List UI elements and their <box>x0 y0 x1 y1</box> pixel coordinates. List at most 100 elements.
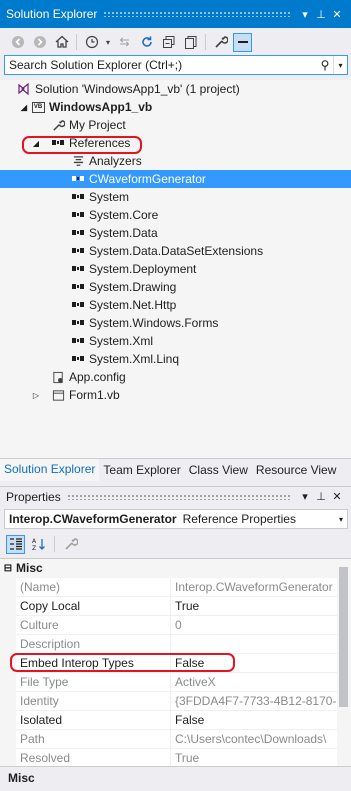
tree-node-reference[interactable]: System.Drawing <box>0 278 351 296</box>
property-row[interactable]: Identity {3FDDA4F7-7733-4B12-8170-7 <box>0 692 337 711</box>
property-value[interactable]: True <box>171 597 337 616</box>
references-highlight-annotation <box>22 136 142 154</box>
pending-changes-filter-button[interactable] <box>82 33 101 52</box>
titlebar-grip[interactable] <box>103 11 291 17</box>
tab-solution-explorer[interactable]: Solution Explorer <box>0 458 100 481</box>
reference-label: System.Deployment <box>89 262 197 276</box>
form1-label: Form1.vb <box>69 388 120 402</box>
back-icon <box>11 36 24 48</box>
collapsed-arrow-icon[interactable]: ▷ <box>30 391 42 400</box>
reference-icon <box>70 261 86 277</box>
object-type: Reference Properties <box>182 512 296 526</box>
object-name: Interop.CWaveformGenerator <box>9 512 177 526</box>
expanded-arrow-icon[interactable]: ◢ <box>18 103 30 112</box>
sync-active-document-button[interactable]: ⇆ <box>115 33 134 52</box>
show-all-files-icon <box>184 36 196 49</box>
property-value: {3FDDA4F7-7733-4B12-8170-7 <box>171 692 337 711</box>
search-icon[interactable]: ⚲ <box>317 58 333 72</box>
chevron-down-icon[interactable]: ▾ <box>335 515 347 524</box>
property-name: Culture <box>16 616 171 635</box>
window-position-dropdown-icon[interactable]: ▾ <box>297 8 313 21</box>
property-name: File Type <box>16 673 171 692</box>
property-row[interactable]: Description <box>0 635 337 654</box>
tree-node-solution[interactable]: Solution 'WindowsApp1_vb' (1 project) <box>0 80 351 98</box>
home-button[interactable] <box>52 33 71 52</box>
form-icon <box>50 387 66 403</box>
tree-node-reference[interactable]: System.Windows.Forms <box>0 314 351 332</box>
pin-icon[interactable]: ⊥ <box>313 8 329 21</box>
property-value <box>171 635 337 654</box>
com-reference-icon <box>70 171 86 187</box>
object-selector[interactable]: Interop.CWaveformGenerator Reference Pro… <box>4 509 348 529</box>
property-name: Copy Local <box>16 597 171 616</box>
property-row[interactable]: Copy Local True <box>0 597 337 616</box>
close-icon[interactable]: ✕ <box>329 8 345 21</box>
property-row[interactable]: Culture 0 <box>0 616 337 635</box>
vertical-scrollbar[interactable] <box>339 567 348 707</box>
properties-button[interactable] <box>211 33 230 52</box>
forward-button[interactable] <box>30 33 49 52</box>
property-name: Identity <box>16 692 171 711</box>
tree-node-reference[interactable]: CWaveformGenerator <box>0 170 351 188</box>
show-all-files-button[interactable] <box>181 33 200 52</box>
property-row[interactable]: File Type ActiveX <box>0 673 337 692</box>
pin-icon[interactable]: ⊥ <box>313 490 329 503</box>
tree-node-reference[interactable]: System.Data <box>0 224 351 242</box>
category-misc[interactable]: ⊟ Misc <box>0 559 351 577</box>
tree-node-reference[interactable]: System.Xml <box>0 332 351 350</box>
property-value: C:\Users\contec\Downloads\ <box>171 730 337 749</box>
tab-team-explorer[interactable]: Team Explorer <box>99 459 184 481</box>
alphabetical-button[interactable]: AZ <box>29 535 48 554</box>
window-position-dropdown-icon[interactable]: ▾ <box>297 490 313 503</box>
tab-class-view[interactable]: Class View <box>185 459 252 481</box>
close-icon[interactable]: ✕ <box>329 490 345 503</box>
property-value[interactable]: False <box>171 711 337 730</box>
back-button[interactable] <box>8 33 27 52</box>
search-input[interactable] <box>5 58 317 72</box>
search-options-dropdown-icon[interactable]: ▾ <box>333 56 347 74</box>
categorized-button[interactable] <box>6 534 25 554</box>
collapse-icon[interactable]: ⊟ <box>0 563 16 574</box>
preview-selected-items-button[interactable] <box>233 32 252 52</box>
description-pane: Misc <box>0 766 351 791</box>
property-row[interactable]: Path C:\Users\contec\Downloads\ <box>0 730 337 749</box>
toolbar-separator <box>54 536 55 552</box>
collapse-all-button[interactable] <box>159 33 178 52</box>
tree-node-reference[interactable]: System.Data.DataSetExtensions <box>0 242 351 260</box>
property-name: Isolated <box>16 711 171 730</box>
app-config-label: App.config <box>69 370 126 384</box>
collapse-all-icon <box>162 36 174 48</box>
tree-node-reference[interactable]: System <box>0 188 351 206</box>
properties-toolbar: AZ <box>0 531 351 557</box>
tree-node-project[interactable]: ◢ VB WindowsApp1_vb <box>0 98 351 116</box>
tree-node-reference[interactable]: System.Deployment <box>0 260 351 278</box>
property-row[interactable]: (Name) Interop.CWaveformGenerator <box>0 578 337 597</box>
tree-node-reference[interactable]: System.Net.Http <box>0 296 351 314</box>
wrench-icon <box>64 538 78 550</box>
titlebar-grip[interactable] <box>66 493 291 500</box>
refresh-button[interactable] <box>137 33 156 52</box>
toolbar-separator <box>205 34 206 50</box>
tab-resource-view[interactable]: Resource View <box>252 459 340 481</box>
property-name: Path <box>16 730 171 749</box>
reference-icon <box>70 297 86 313</box>
property-pages-button[interactable] <box>61 535 80 554</box>
tree-node-my-project[interactable]: My Project <box>0 116 351 134</box>
reference-label: System <box>89 190 130 204</box>
tree-node-form1[interactable]: ▷ Form1.vb <box>0 386 351 404</box>
filter-dropdown-icon[interactable]: ▾ <box>104 33 112 52</box>
reference-label: System.Xml.Linq <box>89 352 180 366</box>
reference-label: CWaveformGenerator <box>89 172 206 186</box>
tree-node-app-config[interactable]: App.config <box>0 368 351 386</box>
analyzers-label: Analyzers <box>89 154 142 168</box>
properties-title: Properties <box>6 489 61 504</box>
reference-icon <box>70 207 86 223</box>
solution-explorer-titlebar: Solution Explorer ▾ ⊥ ✕ <box>0 0 351 28</box>
search-box[interactable]: ⚲ ▾ <box>4 55 348 75</box>
clock-icon <box>85 35 98 49</box>
description-title: Misc <box>8 771 35 785</box>
tree-node-analyzers[interactable]: Analyzers <box>0 152 351 170</box>
property-row[interactable]: Isolated False <box>0 711 337 730</box>
tree-node-reference[interactable]: System.Core <box>0 206 351 224</box>
tree-node-reference[interactable]: System.Xml.Linq <box>0 350 351 368</box>
